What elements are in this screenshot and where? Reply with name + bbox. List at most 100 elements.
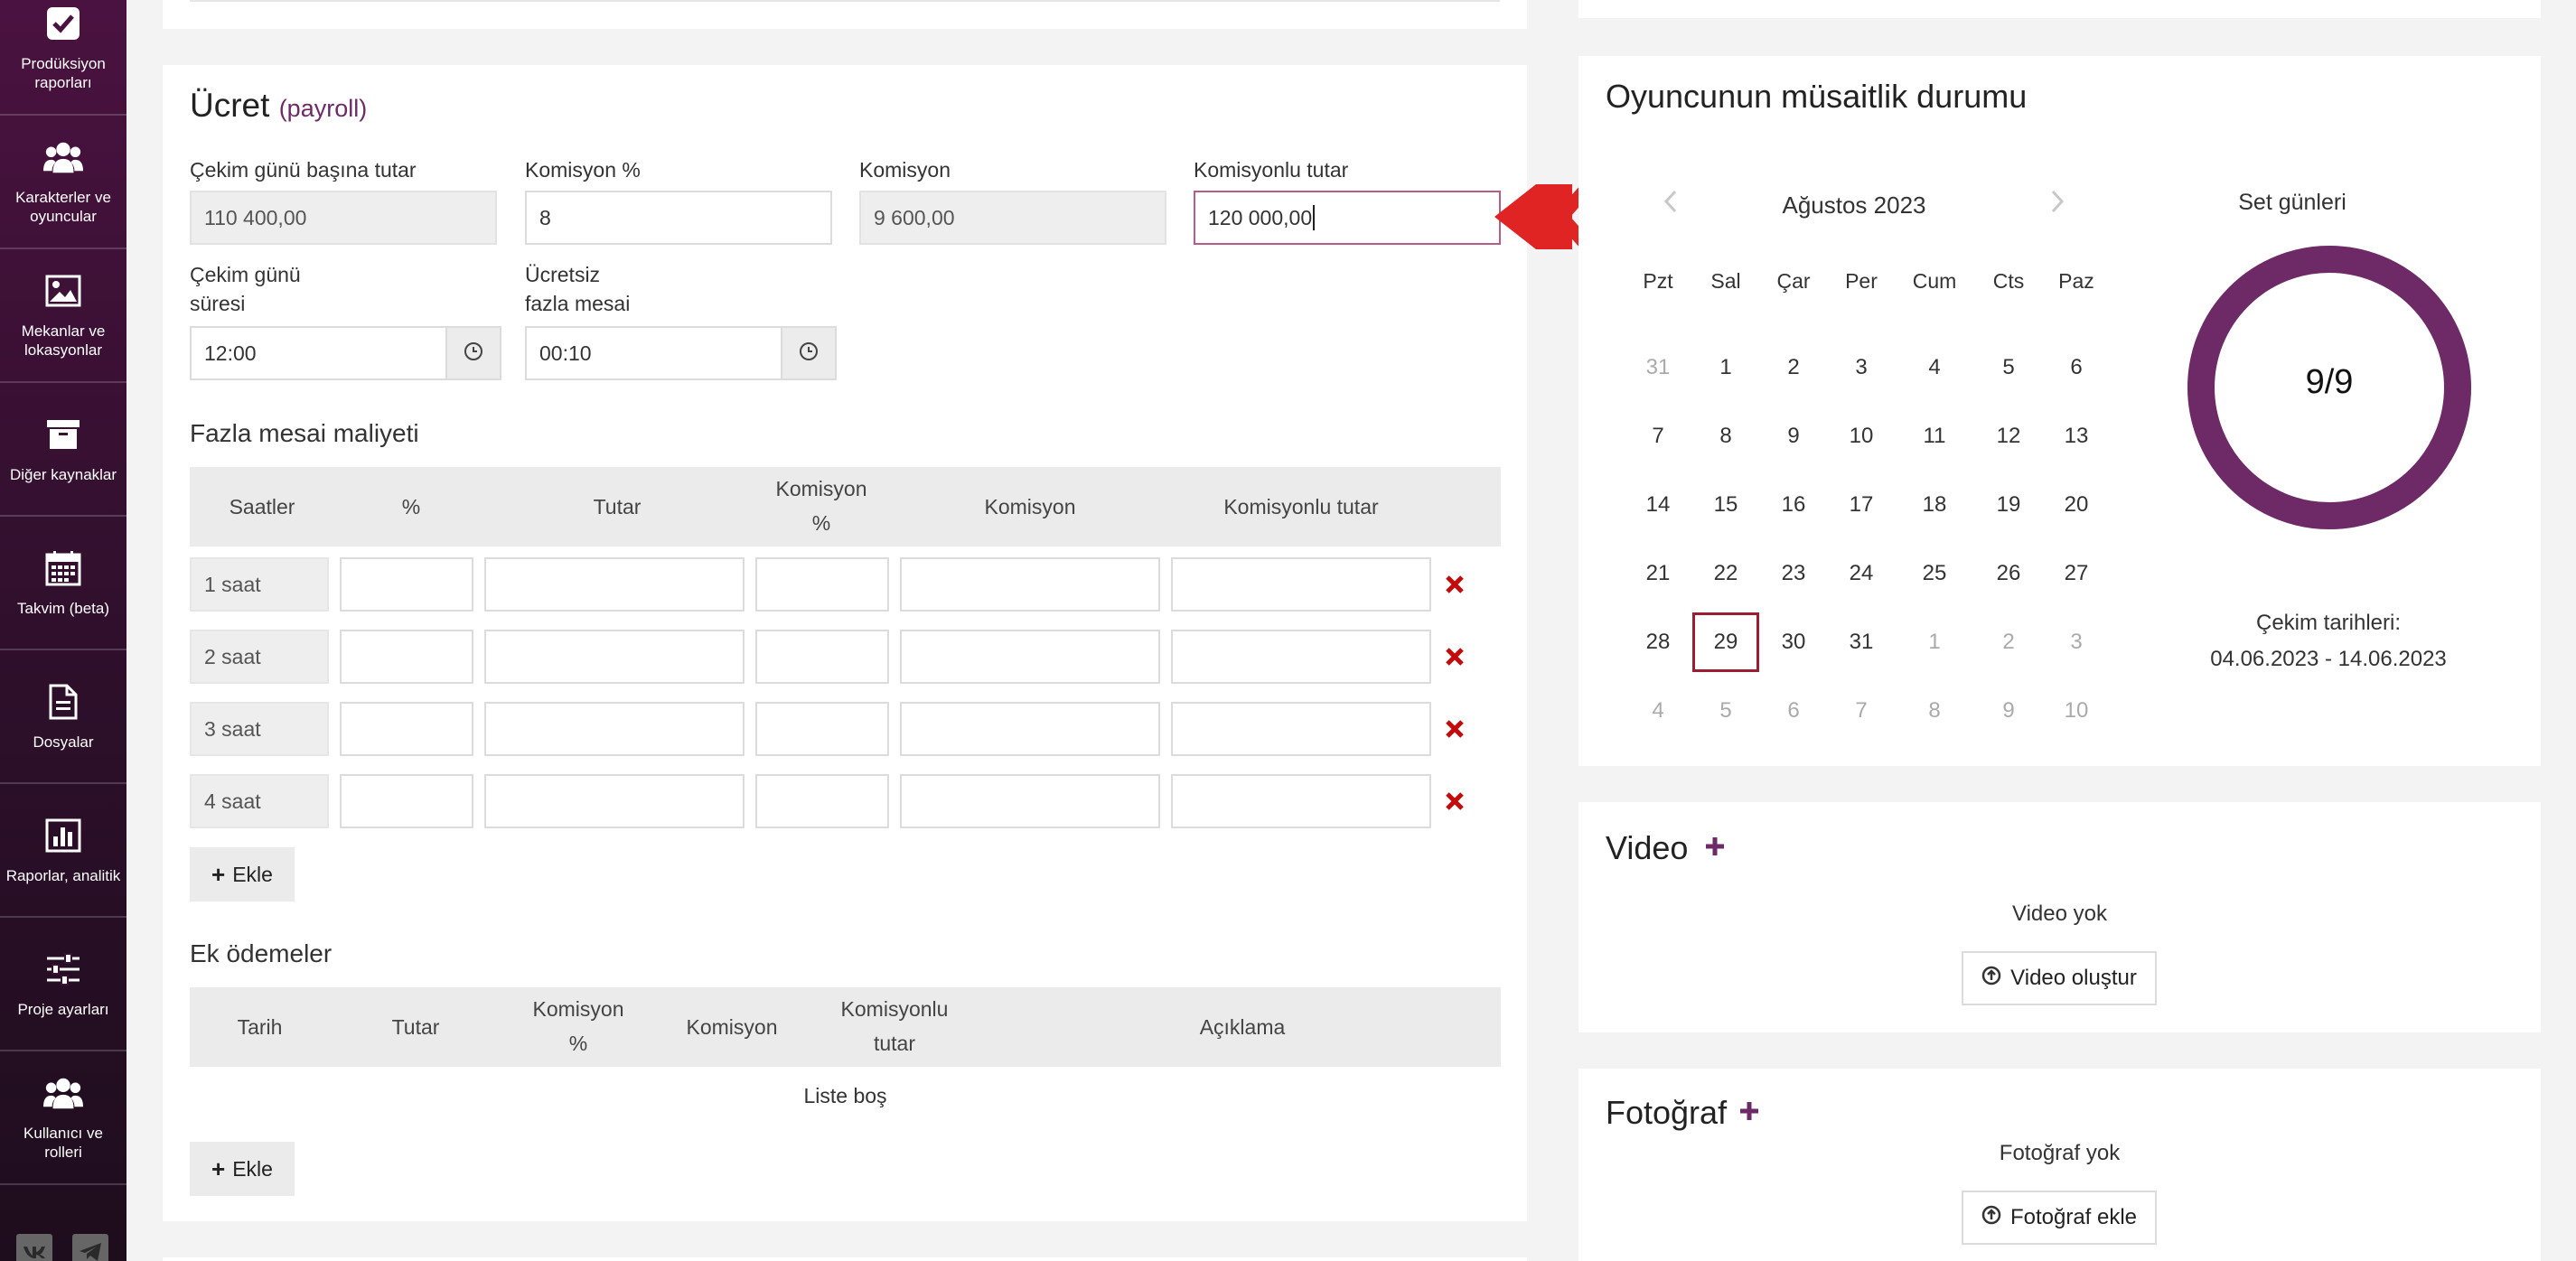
calendar-day[interactable]: 6 [2043,338,2110,397]
vk-icon[interactable] [16,1234,52,1261]
overtime-add-button[interactable]: + Ekle [190,847,295,901]
archive-icon [43,415,83,454]
overtime-commission-pct-input[interactable] [755,774,889,828]
create-video-button[interactable]: Video oluştur [1962,951,2157,1005]
calendar-day[interactable]: 26 [1975,544,2042,603]
extra-add-button[interactable]: + Ekle [190,1142,295,1196]
calendar-day[interactable]: 8 [1692,406,1759,466]
calendar-day[interactable]: 15 [1692,475,1759,535]
overtime-commission-input[interactable] [900,630,1160,684]
calendar-day[interactable]: 23 [1760,544,1827,603]
calendar-day[interactable]: 8 [1901,681,1968,741]
duration-label-line2: süresi [190,292,246,315]
add-photo-icon[interactable] [1738,1099,1761,1127]
calendar-day[interactable]: 2 [1975,612,2042,672]
sidebar-item-calendar[interactable]: Takvim (beta) [0,517,126,650]
commission-field[interactable]: 9 600,00 [859,191,1166,245]
delete-icon[interactable] [1444,790,1466,812]
duration-clock-button[interactable] [447,326,501,380]
overtime-commission-input[interactable] [900,702,1160,756]
calendar-day[interactable]: 10 [1828,406,1895,466]
free-overtime-label-line1: Ücretsiz [525,263,601,286]
overtime-commission-pct-input[interactable] [755,630,889,684]
calendar-day[interactable]: 10 [2043,681,2110,741]
delete-icon[interactable] [1444,718,1466,740]
calendar-day[interactable]: 29 [1692,612,1759,672]
sidebar-item-files[interactable]: Dosyalar [0,650,126,784]
calendar-day[interactable]: 3 [1828,338,1895,397]
telegram-icon[interactable] [72,1234,108,1261]
add-photo-button[interactable]: Fotoğraf ekle [1962,1191,2157,1245]
sidebar-item-production-reports[interactable]: Prodüksiyon raporları [0,0,126,116]
calendar-day[interactable]: 14 [1625,475,1691,535]
overtime-pct-input[interactable] [340,557,473,612]
free-overtime-clock-button[interactable] [782,326,837,380]
overtime-with-commission-input[interactable] [1171,774,1431,828]
calendar-day[interactable]: 30 [1760,612,1827,672]
sidebar-item-reports[interactable]: Raporlar, analitik [0,784,126,918]
calendar-day[interactable]: 11 [1901,406,1968,466]
sidebar-item-locations[interactable]: Mekanlar ve lokasyonlar [0,249,126,383]
add-video-icon[interactable] [1703,835,1727,863]
sidebar-item-users-roles[interactable]: Kullanıcı ve rolleri [0,1051,126,1185]
overtime-commission-input[interactable] [900,557,1160,612]
sidebar-item-other-resources[interactable]: Diğer kaynaklar [0,383,126,517]
calendar-day[interactable]: 7 [1625,406,1691,466]
video-empty-text: Video yok [2012,901,2107,926]
commission-pct-field[interactable]: 8 [525,191,832,245]
calendar-icon [43,548,83,588]
calendar-day[interactable]: 1 [1901,612,1968,672]
calendar-day[interactable]: 17 [1828,475,1895,535]
prev-month-icon[interactable] [1663,190,1678,218]
col-hours: Saatler [229,495,295,518]
calendar-day[interactable]: 2 [1760,338,1827,397]
calendar-day[interactable]: 21 [1625,544,1691,603]
calendar-day[interactable]: 7 [1828,681,1895,741]
overtime-with-commission-input[interactable] [1171,557,1431,612]
sidebar-item-characters[interactable]: Karakterler ve oyuncular [0,116,126,249]
next-month-icon[interactable] [2050,190,2065,218]
calendar-day[interactable]: 31 [1828,612,1895,672]
calendar-day[interactable]: 31 [1625,338,1691,397]
calendar-day[interactable]: 24 [1828,544,1895,603]
calendar-day[interactable]: 1 [1692,338,1759,397]
calendar-day[interactable]: 16 [1760,475,1827,535]
calendar-day[interactable]: 22 [1692,544,1759,603]
overtime-pct-input[interactable] [340,774,473,828]
calendar-day[interactable]: 3 [2043,612,2110,672]
overtime-amount-input[interactable] [484,774,745,828]
calendar-day[interactable]: 5 [1975,338,2042,397]
calendar-day[interactable]: 19 [1975,475,2042,535]
calendar-day[interactable]: 25 [1901,544,1968,603]
overtime-amount-input[interactable] [484,630,745,684]
calendar-day[interactable]: 12 [1975,406,2042,466]
overtime-pct-input[interactable] [340,702,473,756]
calendar-day[interactable]: 20 [2043,475,2110,535]
calendar-day[interactable]: 4 [1901,338,1968,397]
overtime-pct-input[interactable] [340,630,473,684]
calendar-day[interactable]: 9 [1760,406,1827,466]
delete-icon[interactable] [1444,646,1466,668]
overtime-with-commission-input[interactable] [1171,630,1431,684]
calendar-day[interactable]: 18 [1901,475,1968,535]
delete-icon[interactable] [1444,574,1466,595]
overtime-amount-input[interactable] [484,557,745,612]
sidebar-item-project-settings[interactable]: Proje ayarları [0,918,126,1051]
calendar-day[interactable]: 5 [1692,681,1759,741]
overtime-with-commission-input[interactable] [1171,702,1431,756]
free-overtime-field[interactable]: 00:10 [525,326,782,380]
extra-table-header: Tarih Tutar Komisyon % Komisyon Komisyon… [190,987,1501,1067]
with-commission-field[interactable]: 120 000,00 [1194,191,1501,245]
overtime-commission-pct-input[interactable] [755,702,889,756]
calendar-day[interactable]: 28 [1625,612,1691,672]
calendar-day[interactable]: 9 [1975,681,2042,741]
overtime-commission-pct-input[interactable] [755,557,889,612]
calendar-day[interactable]: 4 [1625,681,1691,741]
duration-field[interactable]: 12:00 [190,326,447,380]
overtime-amount-input[interactable] [484,702,745,756]
calendar-day[interactable]: 6 [1760,681,1827,741]
calendar-day[interactable]: 13 [2043,406,2110,466]
overtime-commission-input[interactable] [900,774,1160,828]
per-day-field[interactable]: 110 400,00 [190,191,497,245]
calendar-day[interactable]: 27 [2043,544,2110,603]
